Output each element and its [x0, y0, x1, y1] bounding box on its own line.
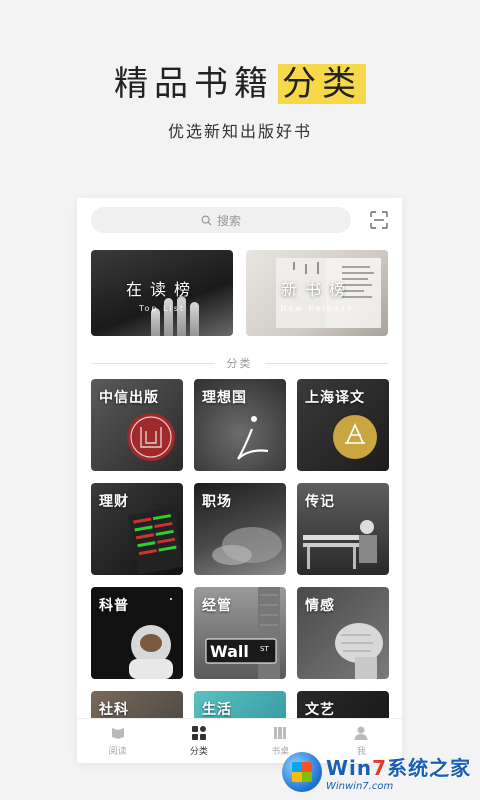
category-label: 理财	[99, 494, 129, 510]
banner-title: 新书榜	[280, 280, 353, 299]
category-emotion[interactable]: 情感	[297, 587, 389, 679]
category-label: 生活	[202, 702, 232, 718]
banner-subtitle: New Release	[280, 304, 354, 313]
tab-label: 阅读	[108, 747, 127, 757]
person-icon	[354, 726, 368, 740]
watermark-brand: Win7系统之家	[326, 756, 472, 780]
book-open-icon	[111, 728, 124, 739]
category-citic[interactable]: 中信出版	[91, 379, 183, 471]
category-label: 经管	[202, 598, 232, 614]
search-icon	[201, 215, 212, 226]
category-biography[interactable]: 传记	[297, 483, 389, 575]
section-label: 分类	[226, 357, 253, 370]
hero-title-main: 精品书籍	[114, 64, 274, 104]
hero-subtitle: 优选新知出版好书	[167, 122, 312, 141]
search-bar[interactable]: 搜索	[91, 207, 351, 233]
wall-street-sign-suffix: ST	[260, 645, 269, 653]
app-screen: 搜索 在读榜 Top List 新书榜 New Release 分类 中信出版 …	[77, 198, 402, 763]
category-label: 上海译文	[305, 390, 365, 406]
banner-top-list[interactable]: 在读榜 Top List	[91, 250, 233, 336]
category-icon	[191, 726, 206, 740]
scan-icon[interactable]	[370, 211, 388, 229]
divider-line	[91, 362, 215, 364]
category-label: 职场	[202, 494, 232, 510]
hero-title: 精品书籍 分类	[0, 56, 480, 105]
category-label: 情感	[305, 598, 335, 614]
hero-title-highlight: 分类	[278, 64, 366, 104]
category-label: 传记	[305, 494, 335, 510]
search-placeholder: 搜索	[216, 213, 241, 228]
watermark-url: Winwin7.com	[326, 781, 394, 792]
wall-street-sign-text: Wall	[210, 642, 249, 661]
category-label: 社科	[99, 702, 129, 718]
banner-title: 在读榜	[125, 280, 198, 299]
tab-category[interactable]: 分类	[158, 719, 239, 763]
category-label: 理想国	[202, 390, 247, 406]
banner-new-release[interactable]: 新书榜 New Release	[246, 250, 388, 336]
category-shanghai-yiwen[interactable]: 上海译文	[297, 379, 389, 471]
category-label: 文艺	[305, 702, 335, 718]
divider-line	[264, 362, 388, 364]
section-divider: 分类	[91, 356, 388, 370]
tab-label: 分类	[189, 747, 208, 757]
watermark: Win7系统之家 Winwin7.com	[282, 748, 478, 796]
category-science[interactable]: 科普	[91, 587, 183, 679]
tab-reading[interactable]: 阅读	[77, 719, 158, 763]
bookshelf-icon	[274, 727, 287, 739]
category-management[interactable]: Wall ST 经管	[194, 587, 286, 679]
category-label: 中信出版	[99, 390, 159, 406]
banner-subtitle: Top List	[138, 304, 186, 313]
windows-logo-icon	[282, 752, 322, 792]
category-lixiangguo[interactable]: 理想国	[194, 379, 286, 471]
category-career[interactable]: 职场	[194, 483, 286, 575]
category-label: 科普	[99, 598, 129, 614]
category-finance[interactable]: 理财	[91, 483, 183, 575]
